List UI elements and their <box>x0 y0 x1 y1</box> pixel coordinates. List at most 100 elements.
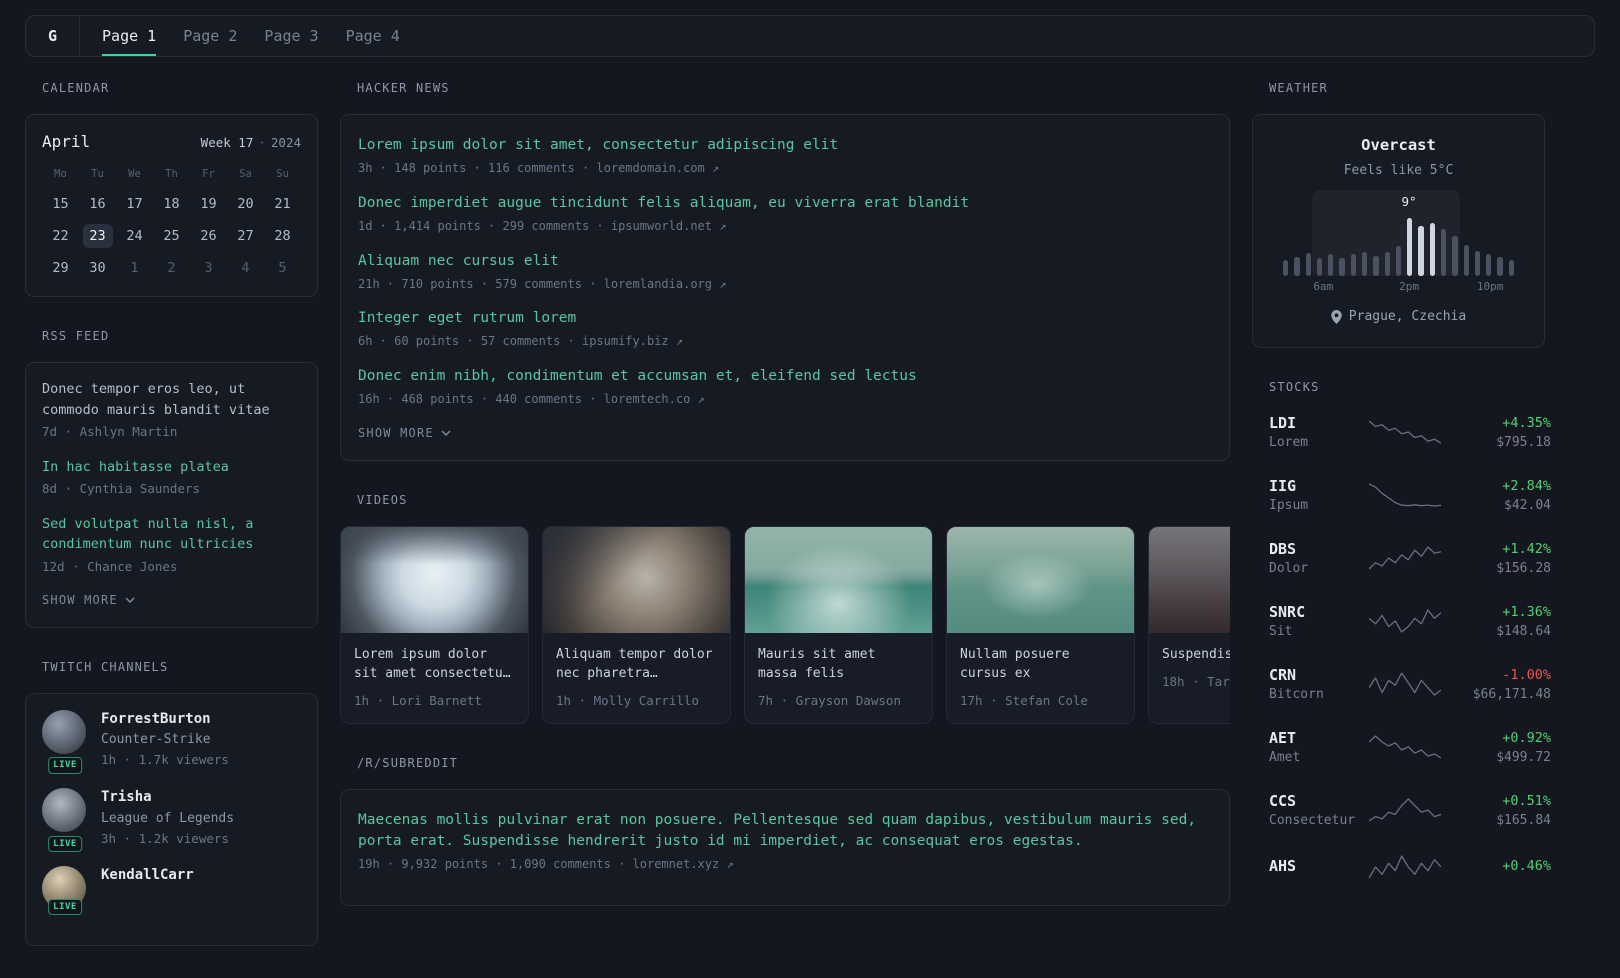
stock-values: +2.84% $42.04 <box>1441 476 1551 515</box>
stock-symbol: AET <box>1269 728 1297 747</box>
video-thumbnail[interactable] <box>745 526 932 633</box>
hn-story-meta[interactable]: 6h · 60 points · 57 comments · ipsumify.… <box>358 333 1212 350</box>
stock-symbol: AHS <box>1269 857 1297 876</box>
stock-row[interactable]: CRN Bitcorn -1.00% $66,171.48 <box>1252 665 1551 704</box>
calendar-day: 28 <box>274 228 291 245</box>
video-title[interactable]: Mauris sit amet massa felis <box>758 645 919 683</box>
stock-price: $66,171.48 <box>1472 686 1551 702</box>
stock-change: +4.35% <box>1502 414 1551 431</box>
calendar-day-selected: 23 <box>82 224 113 249</box>
dashboard-page: G Page 1 Page 2 Page 3 Page 4 CALENDAR A… <box>0 0 1620 978</box>
reddit-post-meta[interactable]: 19h · 9,932 points · 1,090 comments · lo… <box>358 856 1212 873</box>
stock-row[interactable]: AHS +0.46% <box>1252 854 1551 880</box>
topbar: G Page 1 Page 2 Page 3 Page 4 <box>25 15 1595 57</box>
tab-page-1[interactable]: Page 1 <box>102 16 157 56</box>
calendar-day: 22 <box>52 228 69 245</box>
video-meta: 17h · Stefan Cole <box>960 692 1088 708</box>
dashboard-columns: CALENDAR April Week 17 · 2024 Mo Tu We Th … <box>25 81 1595 978</box>
hn-story: Integer eget rutrum lorem 6h · 60 points… <box>358 308 1212 350</box>
stock-change: +1.36% <box>1502 603 1551 620</box>
stock-price: $148.64 <box>1496 623 1551 639</box>
video-thumbnail[interactable] <box>543 526 730 633</box>
weather-location: Prague, Czechia <box>1331 308 1466 326</box>
stock-change: +2.84% <box>1502 477 1551 494</box>
video-title[interactable]: Suspendisse diam <box>1162 645 1230 664</box>
hn-story-link[interactable]: Donec enim nibh, condimentum et accumsan… <box>358 366 1212 387</box>
tab-page-3[interactable]: Page 3 <box>264 16 318 56</box>
stock-change: +0.92% <box>1502 729 1551 746</box>
video-title[interactable]: Aliquam tempor dolor nec pharetra… <box>556 645 717 683</box>
hn-story-meta[interactable]: 16h · 468 points · 440 comments · loremt… <box>358 391 1212 408</box>
rss-item-link[interactable]: Donec tempor eros leo, ut commodo mauris… <box>42 379 301 420</box>
hn-show-more-button[interactable]: SHOW MORE <box>358 426 451 440</box>
stock-sparkline <box>1369 734 1441 760</box>
calendar-day: 24 <box>126 228 143 245</box>
channel-name[interactable]: ForrestBurton <box>101 710 229 730</box>
time-label: 6am <box>1313 279 1334 293</box>
stock-sparkline <box>1369 419 1441 445</box>
rss-item-link[interactable]: In hac habitasse platea <box>42 457 301 478</box>
rss-item: Sed volutpat nulla nisl, a condimentum n… <box>42 514 301 576</box>
video-body: Mauris sit amet massa felis 7h · Grayson… <box>745 633 932 724</box>
video-card[interactable]: Mauris sit amet massa felis 7h · Grayson… <box>744 525 933 725</box>
stock-row[interactable]: LDI Lorem +4.35% $795.18 <box>1252 413 1551 452</box>
video-card[interactable]: Suspendisse diam 18h · Tara <box>1148 525 1230 725</box>
rss-show-more-button[interactable]: SHOW MORE <box>42 593 135 607</box>
twitch-channel[interactable]: LIVE ForrestBurton Counter-Strike 1h · 1… <box>42 709 301 774</box>
stock-id: IIG Ipsum <box>1269 476 1369 515</box>
stock-row[interactable]: IIG Ipsum +2.84% $42.04 <box>1252 476 1551 515</box>
reddit-post-link[interactable]: Maecenas mollis pulvinar erat non posuer… <box>358 810 1212 852</box>
show-more-label: SHOW MORE <box>42 593 118 608</box>
hn-story-link[interactable]: Donec imperdiet augue tincidunt felis al… <box>358 193 1212 214</box>
videos-row: Lorem ipsum dolor sit amet consectetu… 1… <box>340 525 1230 725</box>
hn-story-link[interactable]: Aliquam nec cursus elit <box>358 251 1212 272</box>
video-card[interactable]: Nullam posuere cursus ex 17h · Stefan Co… <box>946 525 1135 725</box>
stock-id: AET Amet <box>1269 728 1369 767</box>
hn-story-meta[interactable]: 21h · 710 points · 579 comments · loreml… <box>358 276 1212 293</box>
app-logo[interactable]: G <box>48 16 79 56</box>
calendar-section-title: CALENDAR <box>42 81 110 95</box>
stocks-widget: STOCKS LDI Lorem +4.35% $795.18 IIG Ipsu… <box>1252 379 1551 880</box>
tab-page-4[interactable]: Page 4 <box>346 16 400 56</box>
hn-story-link[interactable]: Lorem ipsum dolor sit amet, consectetur … <box>358 135 1212 156</box>
stocks-list: LDI Lorem +4.35% $795.18 IIG Ipsum +2.84… <box>1252 413 1551 880</box>
stock-row[interactable]: SNRC Sit +1.36% $148.64 <box>1252 602 1551 641</box>
hn-story-meta[interactable]: 3h · 148 points · 116 comments · loremdo… <box>358 160 1212 177</box>
stock-symbol: CRN <box>1269 665 1297 684</box>
stock-symbol: IIG <box>1269 476 1297 495</box>
stock-sparkline <box>1369 671 1441 697</box>
stock-row[interactable]: AET Amet +0.92% $499.72 <box>1252 728 1551 767</box>
rss-item: Donec tempor eros leo, ut commodo mauris… <box>42 379 301 441</box>
stock-name: Amet <box>1269 749 1301 765</box>
tab-page-2[interactable]: Page 2 <box>183 16 237 56</box>
channel-avatar-wrap: LIVE <box>42 787 88 853</box>
day-header: Th <box>165 168 178 181</box>
stock-name: Consectetur <box>1269 812 1356 828</box>
video-thumbnail[interactable] <box>341 526 528 633</box>
subreddit-panel: Maecenas mollis pulvinar erat non posuer… <box>340 789 1230 906</box>
calendar-week: Week 17 <box>200 135 254 150</box>
video-title[interactable]: Nullam posuere cursus ex <box>960 645 1121 683</box>
channel-name[interactable]: KendallCarr <box>101 866 194 886</box>
stock-row[interactable]: CCS Consectetur +0.51% $165.84 <box>1252 791 1551 830</box>
video-title[interactable]: Lorem ipsum dolor sit amet consectetu… <box>354 645 515 683</box>
channel-name[interactable]: Trisha <box>101 788 234 808</box>
twitch-channel[interactable]: LIVE Trisha League of Legends 3h · 1.2k … <box>42 787 301 853</box>
calendar-day-next-month: 4 <box>241 260 250 277</box>
rss-item-link[interactable]: Sed volutpat nulla nisl, a condimentum n… <box>42 514 301 555</box>
calendar-header: April Week 17 · 2024 <box>42 131 301 153</box>
rss-section-title: RSS FEED <box>42 329 110 344</box>
twitch-channel[interactable]: LIVE KendallCarr <box>42 866 301 916</box>
video-thumbnail[interactable] <box>1149 526 1230 633</box>
hn-story-meta[interactable]: 1d · 1,414 points · 299 comments · ipsum… <box>358 218 1212 235</box>
hn-story-link[interactable]: Integer eget rutrum lorem <box>358 308 1212 329</box>
calendar-day: 15 <box>52 196 69 213</box>
video-card[interactable]: Lorem ipsum dolor sit amet consectetu… 1… <box>340 525 529 725</box>
live-badge: LIVE <box>48 898 82 916</box>
stocks-section-title: STOCKS <box>1269 379 1320 394</box>
stock-row[interactable]: DBS Dolor +1.42% $156.28 <box>1252 539 1551 578</box>
stock-name: Dolor <box>1269 560 1309 576</box>
video-card[interactable]: Aliquam tempor dolor nec pharetra… 1h · … <box>542 525 731 725</box>
calendar-day: 30 <box>89 260 106 277</box>
video-thumbnail[interactable] <box>947 526 1134 633</box>
